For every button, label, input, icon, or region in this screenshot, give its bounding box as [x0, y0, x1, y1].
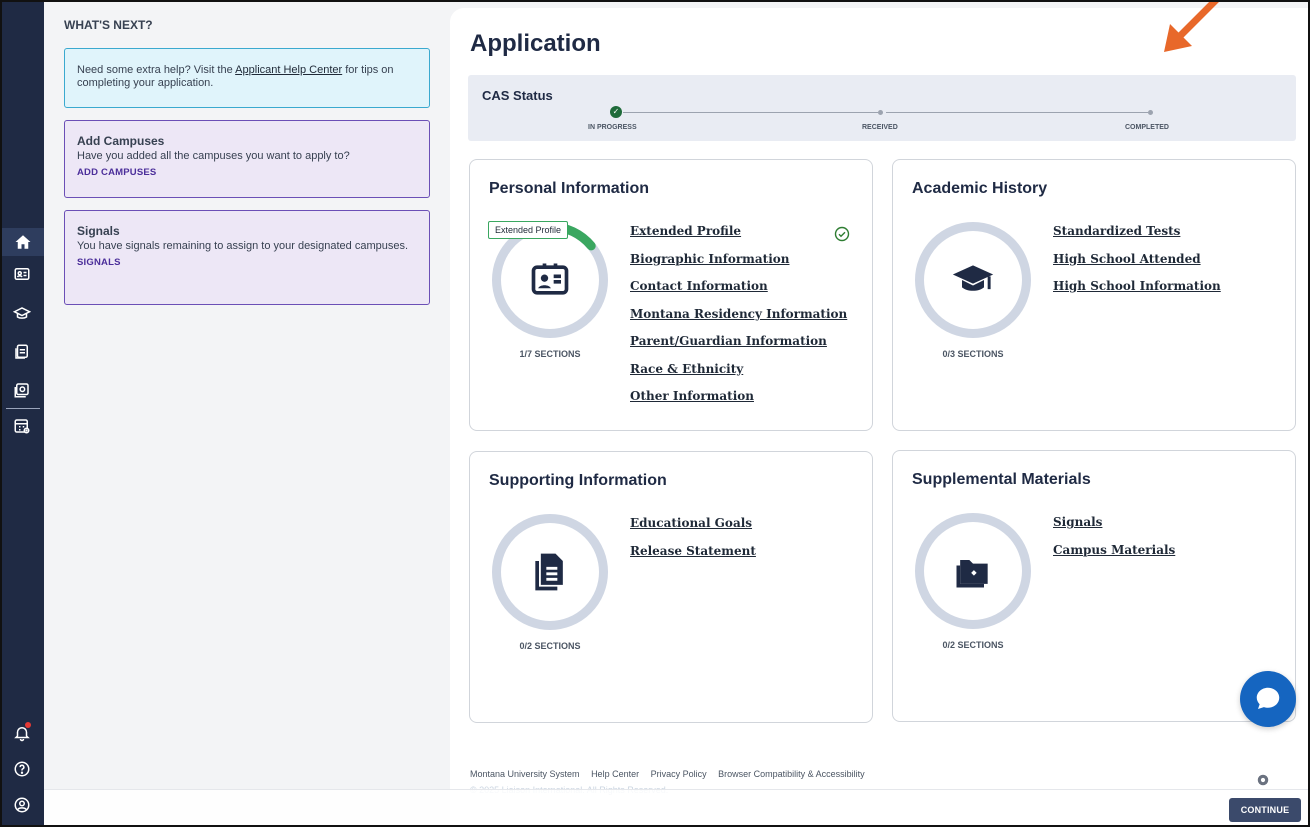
high-school-information-link[interactable]: High School Information — [1053, 279, 1221, 307]
add-campuses-title: Add Campuses — [77, 134, 165, 148]
help-text-pre: Need some extra help? Visit the — [77, 64, 236, 76]
documents-icon — [535, 553, 563, 591]
footer-link[interactable]: Browser Compatibility & Accessibility — [718, 769, 865, 779]
whats-next-title: WHAT'S NEXT? — [64, 18, 153, 32]
graduation-cap-icon — [952, 265, 994, 291]
sections-count: 1/7 SECTIONS — [519, 349, 581, 359]
step-completed-label: COMPLETED — [1125, 124, 1169, 131]
chat-button[interactable] — [1240, 671, 1296, 727]
chat-bubble-icon — [1256, 687, 1280, 709]
high-school-attended-link[interactable]: High School Attended — [1053, 252, 1221, 280]
account-icon[interactable] — [7, 791, 37, 819]
footer-link[interactable]: Montana University System — [470, 769, 580, 779]
app-frame: WHAT'S NEXT? Need some extra help? Visit… — [0, 0, 1310, 827]
application-main: Application CAS Status ✓ IN PROGRESS REC… — [450, 2, 1308, 825]
add-calendar-icon[interactable] — [7, 412, 37, 440]
completed-step-dot — [1148, 110, 1153, 115]
section-links: Extended Profile Biographic Information … — [630, 224, 847, 417]
signals-title: Signals — [77, 224, 120, 238]
academic-history-card: Academic History 0/3 SECTIONS Standardiz… — [892, 159, 1296, 431]
continue-button[interactable]: CONTINUE — [1229, 798, 1301, 822]
footer-link[interactable]: Privacy Policy — [651, 769, 707, 779]
nav-rail — [2, 2, 44, 825]
sections-count: 0/2 SECTIONS — [519, 641, 581, 651]
camera-folder-icon[interactable] — [7, 376, 37, 404]
received-step-dot — [878, 110, 883, 115]
biographic-information-link[interactable]: Biographic Information — [630, 252, 847, 280]
signals-body: You have signals remaining to assign to … — [77, 240, 409, 252]
step-in-progress-label: IN PROGRESS — [588, 124, 637, 131]
graduation-cap-icon[interactable] — [7, 300, 37, 328]
footer-links: Montana University System Help Center Pr… — [470, 769, 874, 779]
completed-check-icon — [834, 226, 850, 242]
sections-count: 0/2 SECTIONS — [942, 640, 1004, 650]
step-received-label: RECEIVED — [862, 124, 898, 131]
section-links: Educational Goals Release Statement — [630, 516, 756, 571]
in-progress-check-icon: ✓ — [610, 106, 622, 118]
section-links: Standardized Tests High School Attended … — [1053, 224, 1221, 307]
add-campuses-card: Add Campuses Have you added all the camp… — [64, 120, 430, 198]
cas-status-title: CAS Status — [482, 88, 553, 103]
documents-icon[interactable] — [7, 338, 37, 366]
progress-arc — [545, 222, 596, 251]
add-campuses-link[interactable]: ADD CAMPUSES — [77, 166, 417, 179]
cas-progress-line — [623, 112, 878, 113]
page-title: Application — [470, 30, 601, 57]
section-title: Supplemental Materials — [912, 471, 1091, 488]
personal-information-card: Personal Information Extended Profile 1/… — [469, 159, 873, 431]
release-statement-link[interactable]: Release Statement — [630, 544, 756, 572]
montana-residency-link[interactable]: Montana Residency Information — [630, 307, 847, 335]
bell-icon[interactable] — [7, 719, 37, 747]
progress-ring — [492, 514, 608, 630]
sections-count: 0/3 SECTIONS — [942, 349, 1004, 359]
section-title: Supporting Information — [489, 472, 667, 489]
notification-dot — [25, 722, 31, 728]
folder-icon — [956, 560, 988, 588]
help-center-card: Need some extra help? Visit the Applican… — [64, 48, 430, 108]
supporting-information-card: Supporting Information 0/2 SECTIONS Educ… — [469, 451, 873, 723]
campus-materials-link[interactable]: Campus Materials — [1053, 543, 1175, 571]
contact-information-link[interactable]: Contact Information — [630, 279, 847, 307]
accessibility-icon[interactable] — [1256, 773, 1270, 787]
other-information-link[interactable]: Other Information — [630, 389, 847, 417]
race-ethnicity-link[interactable]: Race & Ethnicity — [630, 362, 847, 390]
standardized-tests-link[interactable]: Standardized Tests — [1053, 224, 1221, 252]
footer-link[interactable]: Help Center — [591, 769, 639, 779]
parent-guardian-link[interactable]: Parent/Guardian Information — [630, 334, 847, 362]
section-title: Academic History — [912, 180, 1048, 197]
applicant-help-center-link[interactable]: Applicant Help Center — [235, 64, 342, 76]
help-icon[interactable] — [7, 755, 37, 783]
whats-next-panel: WHAT'S NEXT? Need some extra help? Visit… — [44, 2, 448, 825]
extended-profile-link[interactable]: Extended Profile — [630, 224, 847, 252]
signals-link[interactable]: Signals — [1053, 515, 1175, 543]
extended-profile-tooltip: Extended Profile — [488, 221, 569, 239]
progress-ring — [915, 513, 1031, 629]
bottom-action-bar: CONTINUE — [44, 789, 1308, 825]
annotation-arrow-icon — [1164, 2, 1219, 52]
cas-status: CAS Status ✓ IN PROGRESS RECEIVED COMPLE… — [468, 75, 1296, 141]
section-links: Signals Campus Materials — [1053, 515, 1175, 570]
signals-link[interactable]: SIGNALS — [77, 256, 417, 269]
rail-divider — [6, 408, 40, 409]
profile-card-icon[interactable] — [7, 260, 37, 288]
add-campuses-body: Have you added all the campuses you want… — [77, 150, 350, 162]
progress-ring — [915, 222, 1031, 338]
cas-progress-line — [886, 112, 1148, 113]
educational-goals-link[interactable]: Educational Goals — [630, 516, 756, 544]
signals-card: Signals You have signals remaining to as… — [64, 210, 430, 305]
home-icon[interactable] — [2, 228, 44, 256]
section-title: Personal Information — [489, 180, 650, 197]
supplemental-materials-card: Supplemental Materials 0/2 SECTIONS Sign… — [892, 450, 1296, 722]
